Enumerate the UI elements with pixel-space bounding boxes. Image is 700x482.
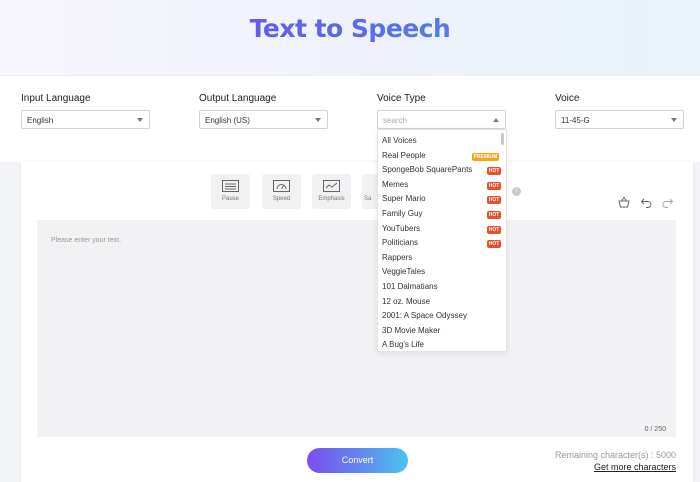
voice-value: 11-45-G bbox=[561, 116, 590, 125]
undo-icon[interactable] bbox=[640, 196, 652, 208]
output-language-label: Output Language bbox=[199, 93, 277, 104]
hot-badge: HOT bbox=[487, 211, 501, 219]
voice-type-option[interactable]: 2001: A Space Odyssey bbox=[382, 311, 500, 325]
chevron-down-icon bbox=[671, 118, 677, 122]
editor-card: Pause Speed Emphasis Sa ! Please enter y… bbox=[21, 162, 693, 482]
info-icon[interactable]: ! bbox=[512, 187, 521, 196]
redo-icon[interactable] bbox=[662, 196, 674, 208]
voice-type-option-label: Memes bbox=[382, 179, 409, 189]
hot-badge: HOT bbox=[487, 225, 501, 234]
hot-badge: HOT bbox=[487, 181, 501, 190]
voice-type-option-label: 101 Dalmatians bbox=[382, 282, 438, 291]
voice-type-option-label: SpongeBob SquarePants bbox=[382, 165, 473, 175]
emphasis-button[interactable]: Emphasis bbox=[312, 174, 351, 209]
voice-type-option-label: Rappers bbox=[382, 252, 413, 262]
chevron-up-icon bbox=[493, 118, 499, 122]
voice-type-option[interactable]: Memes HOT bbox=[382, 179, 501, 194]
hot-badge: HOT bbox=[487, 167, 501, 176]
premium-badge: PREMIUM bbox=[472, 152, 499, 161]
voice-type-option[interactable]: Real People PREMIUM bbox=[382, 151, 500, 165]
voice-type-option[interactable]: Super Mario HOT bbox=[382, 194, 501, 208]
voice-type-option[interactable]: VeggieTales bbox=[382, 267, 500, 281]
voice-type-option-label: Politicians bbox=[382, 238, 419, 248]
voice-type-option-label: Real People bbox=[382, 150, 426, 160]
voice-label: Voice bbox=[555, 93, 580, 104]
voice-type-option-label: All Voices bbox=[382, 136, 417, 145]
voice-type-option[interactable]: Politicians HOT bbox=[382, 238, 501, 252]
get-more-characters-link[interactable]: Get more characters bbox=[594, 462, 676, 472]
voice-type-option[interactable]: YouTubers HOT bbox=[382, 223, 501, 238]
text-input-placeholder: Please enter your text. bbox=[51, 237, 122, 244]
voice-type-option[interactable]: 3D Movie Maker bbox=[382, 326, 500, 340]
remaining-characters: Remaining character(s) : 5000 bbox=[554, 450, 676, 460]
voice-select[interactable]: 11-45-G bbox=[555, 110, 684, 129]
voice-type-placeholder: search bbox=[383, 116, 408, 125]
voice-type-option[interactable]: A Bug's Life bbox=[382, 340, 500, 351]
emphasis-icon bbox=[323, 180, 340, 192]
output-language-select[interactable]: English (US) bbox=[199, 110, 328, 129]
input-language-value: English bbox=[27, 116, 54, 125]
voice-type-option[interactable]: All Voices bbox=[382, 136, 500, 150]
chevron-down-icon bbox=[315, 118, 321, 122]
output-language-value: English (US) bbox=[205, 116, 250, 125]
clear-basket-icon[interactable] bbox=[618, 196, 630, 208]
voice-type-option[interactable]: 12 oz. Mouse bbox=[382, 297, 500, 311]
pause-button[interactable]: Pause bbox=[211, 174, 250, 209]
character-counter: 0 / 250 bbox=[644, 426, 666, 433]
controls-bar: Input Language English Output Language E… bbox=[0, 76, 700, 162]
voice-type-option[interactable]: Rappers bbox=[382, 253, 500, 267]
page-title: Text to Speech bbox=[0, 14, 700, 43]
emphasis-label: Emphasis bbox=[318, 196, 345, 202]
voice-type-option-label: Family Guy bbox=[382, 209, 423, 218]
voice-type-option-label: 12 oz. Mouse bbox=[382, 296, 431, 306]
convert-button[interactable]: Convert bbox=[307, 448, 408, 473]
chevron-down-icon bbox=[137, 118, 143, 122]
input-language-label: Input Language bbox=[21, 93, 91, 104]
speed-label: Speed bbox=[272, 196, 291, 202]
pause-icon bbox=[222, 180, 239, 192]
voice-type-option[interactable]: SpongeBob SquarePants HOT bbox=[382, 165, 501, 179]
hero-banner: Text to Speech bbox=[0, 0, 700, 76]
voice-type-option-label: VeggieTales bbox=[382, 267, 426, 277]
hot-badge: HOT bbox=[487, 196, 501, 205]
voice-type-dropdown: All Voices Real People PREMIUM SpongeBob Sq… bbox=[377, 129, 507, 352]
speed-button[interactable]: Speed bbox=[262, 174, 301, 209]
voice-type-label: Voice Type bbox=[377, 93, 426, 104]
text-input-area[interactable]: Please enter your text. 0 / 250 bbox=[37, 220, 676, 437]
voice-type-search-input[interactable]: search bbox=[377, 110, 506, 129]
voice-type-option[interactable]: Family Guy HOT bbox=[382, 209, 501, 223]
voice-type-option-label: 2001: A Space Odyssey bbox=[382, 311, 467, 321]
voice-type-option-label: A Bug's Life bbox=[382, 340, 424, 350]
hot-badge: HOT bbox=[487, 240, 501, 249]
dropdown-scrollbar[interactable] bbox=[501, 133, 504, 145]
pause-label: Pause bbox=[221, 196, 239, 202]
speedometer-icon bbox=[273, 180, 290, 192]
voice-type-option-label: YouTubers bbox=[382, 223, 421, 233]
voice-type-option-label: 3D Movie Maker bbox=[382, 325, 441, 335]
voice-type-option-label: Super Mario bbox=[382, 194, 426, 204]
voice-type-option[interactable]: 101 Dalmatians bbox=[382, 282, 500, 296]
input-language-select[interactable]: English bbox=[21, 110, 150, 129]
